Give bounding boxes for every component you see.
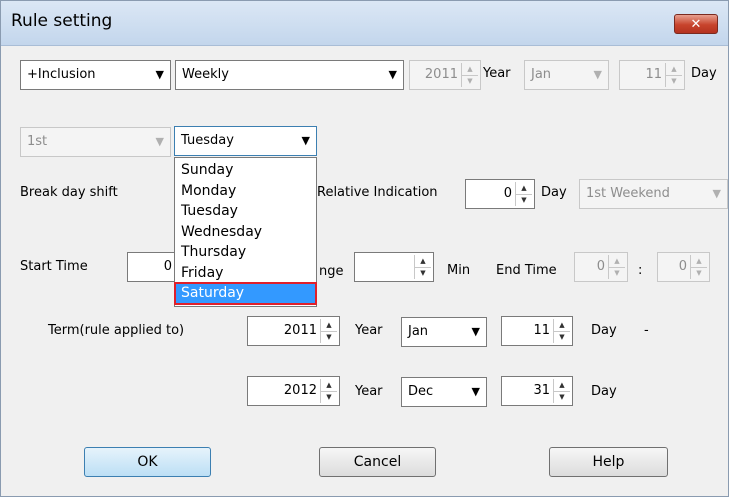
ordinal-select[interactable]: 1st ▼ bbox=[20, 127, 171, 157]
help-button[interactable]: Help bbox=[549, 447, 668, 477]
ok-button[interactable]: OK bbox=[84, 447, 211, 477]
term-from-month-value: Jan bbox=[408, 324, 429, 339]
weekday-select[interactable]: Tuesday ▼ bbox=[174, 126, 317, 156]
title-bar: Rule setting ✕ bbox=[1, 1, 728, 46]
term-from-year-stepper[interactable]: 2011 ▲ ▼ bbox=[247, 316, 340, 346]
weekday-option-thursday[interactable]: Thursday bbox=[176, 243, 315, 262]
start-time-stepper[interactable]: 0 bbox=[127, 252, 177, 282]
term-from-day-label: Day bbox=[591, 323, 617, 338]
term-from-month-select[interactable]: Jan ▼ bbox=[401, 317, 487, 347]
chevron-down-icon: ▼ bbox=[712, 187, 721, 200]
start-year-stepper[interactable]: 2011 ▲ ▼ bbox=[409, 60, 481, 90]
dialog-title: Rule setting bbox=[11, 11, 113, 31]
relative-indication-label: Relative Indication bbox=[317, 185, 438, 200]
weekday-option-sunday[interactable]: Sunday bbox=[176, 161, 315, 180]
time-colon: : bbox=[638, 263, 643, 278]
chevron-down-icon: ▼ bbox=[301, 134, 310, 147]
inclusion-select-value: +Inclusion bbox=[27, 67, 96, 82]
spin-down-icon[interactable]: ▼ bbox=[321, 331, 337, 343]
inclusion-select[interactable]: +Inclusion ▼ bbox=[20, 60, 171, 90]
weekday-option-wednesday[interactable]: Wednesday bbox=[176, 223, 315, 242]
relative-day-stepper[interactable]: 0 ▲ ▼ bbox=[465, 179, 535, 209]
spin-down-icon[interactable]: ▼ bbox=[462, 75, 478, 87]
year-label: Year bbox=[483, 66, 511, 81]
spin-down-icon[interactable]: ▼ bbox=[691, 267, 707, 279]
term-to-month-value: Dec bbox=[408, 384, 434, 399]
frequency-select-value: Weekly bbox=[182, 67, 229, 82]
weekend-select-value: 1st Weekend bbox=[586, 186, 670, 201]
relative-day-value: 0 bbox=[503, 186, 512, 201]
end-time-label: End Time bbox=[496, 263, 557, 278]
start-month-value: Jan bbox=[531, 67, 552, 82]
range-stepper[interactable]: ▲ ▼ bbox=[354, 252, 434, 282]
break-day-shift-label: Break day shift bbox=[20, 185, 118, 200]
chevron-down-icon: ▼ bbox=[388, 68, 397, 81]
term-to-day-stepper[interactable]: 31 ▲ ▼ bbox=[501, 376, 573, 406]
term-from-year-label: Year bbox=[355, 323, 383, 338]
spin-down-icon[interactable]: ▼ bbox=[609, 267, 625, 279]
spin-down-icon[interactable]: ▼ bbox=[516, 194, 532, 206]
spin-down-icon[interactable]: ▼ bbox=[666, 75, 682, 87]
spin-down-icon[interactable]: ▼ bbox=[415, 267, 431, 279]
term-dash: - bbox=[644, 323, 649, 338]
chevron-down-icon: ▼ bbox=[593, 68, 602, 81]
weekday-option-friday[interactable]: Friday bbox=[176, 264, 315, 283]
cancel-button[interactable]: Cancel bbox=[319, 447, 436, 477]
weekday-option-tuesday[interactable]: Tuesday bbox=[176, 202, 315, 221]
term-to-year-value: 2012 bbox=[283, 383, 317, 398]
range-label: nge bbox=[319, 264, 344, 279]
weekday-dropdown-list: Sunday Monday Tuesday Wednesday Thursday Frid… bbox=[174, 157, 317, 307]
min-label: Min bbox=[447, 263, 471, 278]
spin-down-icon[interactable]: ▼ bbox=[554, 331, 570, 343]
start-year-value: 2011 bbox=[424, 67, 458, 82]
term-to-day-value: 31 bbox=[533, 383, 550, 398]
chevron-down-icon: ▼ bbox=[155, 135, 164, 148]
weekday-select-value: Tuesday bbox=[181, 133, 234, 148]
spin-down-icon[interactable]: ▼ bbox=[554, 391, 570, 403]
ordinal-select-value: 1st bbox=[27, 134, 48, 149]
relative-day-label: Day bbox=[541, 185, 567, 200]
end-hour-stepper[interactable]: 0 ▲ ▼ bbox=[574, 252, 628, 282]
term-from-day-stepper[interactable]: 11 ▲ ▼ bbox=[501, 316, 573, 346]
spin-down-icon[interactable]: ▼ bbox=[321, 391, 337, 403]
weekday-option-saturday[interactable]: Saturday bbox=[174, 282, 317, 305]
term-label: Term(rule applied to) bbox=[48, 323, 185, 338]
end-minute-value: 0 bbox=[678, 259, 687, 274]
start-time-value: 0 bbox=[163, 259, 172, 274]
end-hour-value: 0 bbox=[596, 259, 605, 274]
start-time-label: Start Time bbox=[20, 259, 88, 274]
close-button[interactable]: ✕ bbox=[674, 14, 718, 34]
frequency-select[interactable]: Weekly ▼ bbox=[175, 60, 404, 90]
end-minute-stepper[interactable]: 0 ▲ ▼ bbox=[657, 252, 710, 282]
weekend-select[interactable]: 1st Weekend ▼ bbox=[579, 179, 728, 209]
start-day-stepper[interactable]: 11 ▲ ▼ bbox=[619, 60, 685, 90]
start-month-select[interactable]: Jan ▼ bbox=[524, 60, 609, 90]
chevron-down-icon: ▼ bbox=[471, 385, 480, 398]
term-from-year-value: 2011 bbox=[283, 323, 317, 338]
day-label: Day bbox=[691, 66, 717, 81]
chevron-down-icon: ▼ bbox=[471, 325, 480, 338]
term-from-day-value: 11 bbox=[533, 323, 550, 338]
chevron-down-icon: ▼ bbox=[155, 68, 164, 81]
term-to-year-stepper[interactable]: 2012 ▲ ▼ bbox=[247, 376, 340, 406]
term-to-month-select[interactable]: Dec ▼ bbox=[401, 377, 487, 407]
start-day-value: 11 bbox=[645, 67, 662, 82]
rule-setting-dialog: Rule setting ✕ +Inclusion ▼ Weekly ▼ 201… bbox=[0, 0, 729, 497]
term-to-year-label: Year bbox=[355, 384, 383, 399]
weekday-option-monday[interactable]: Monday bbox=[176, 182, 315, 201]
term-to-day-label: Day bbox=[591, 384, 617, 399]
